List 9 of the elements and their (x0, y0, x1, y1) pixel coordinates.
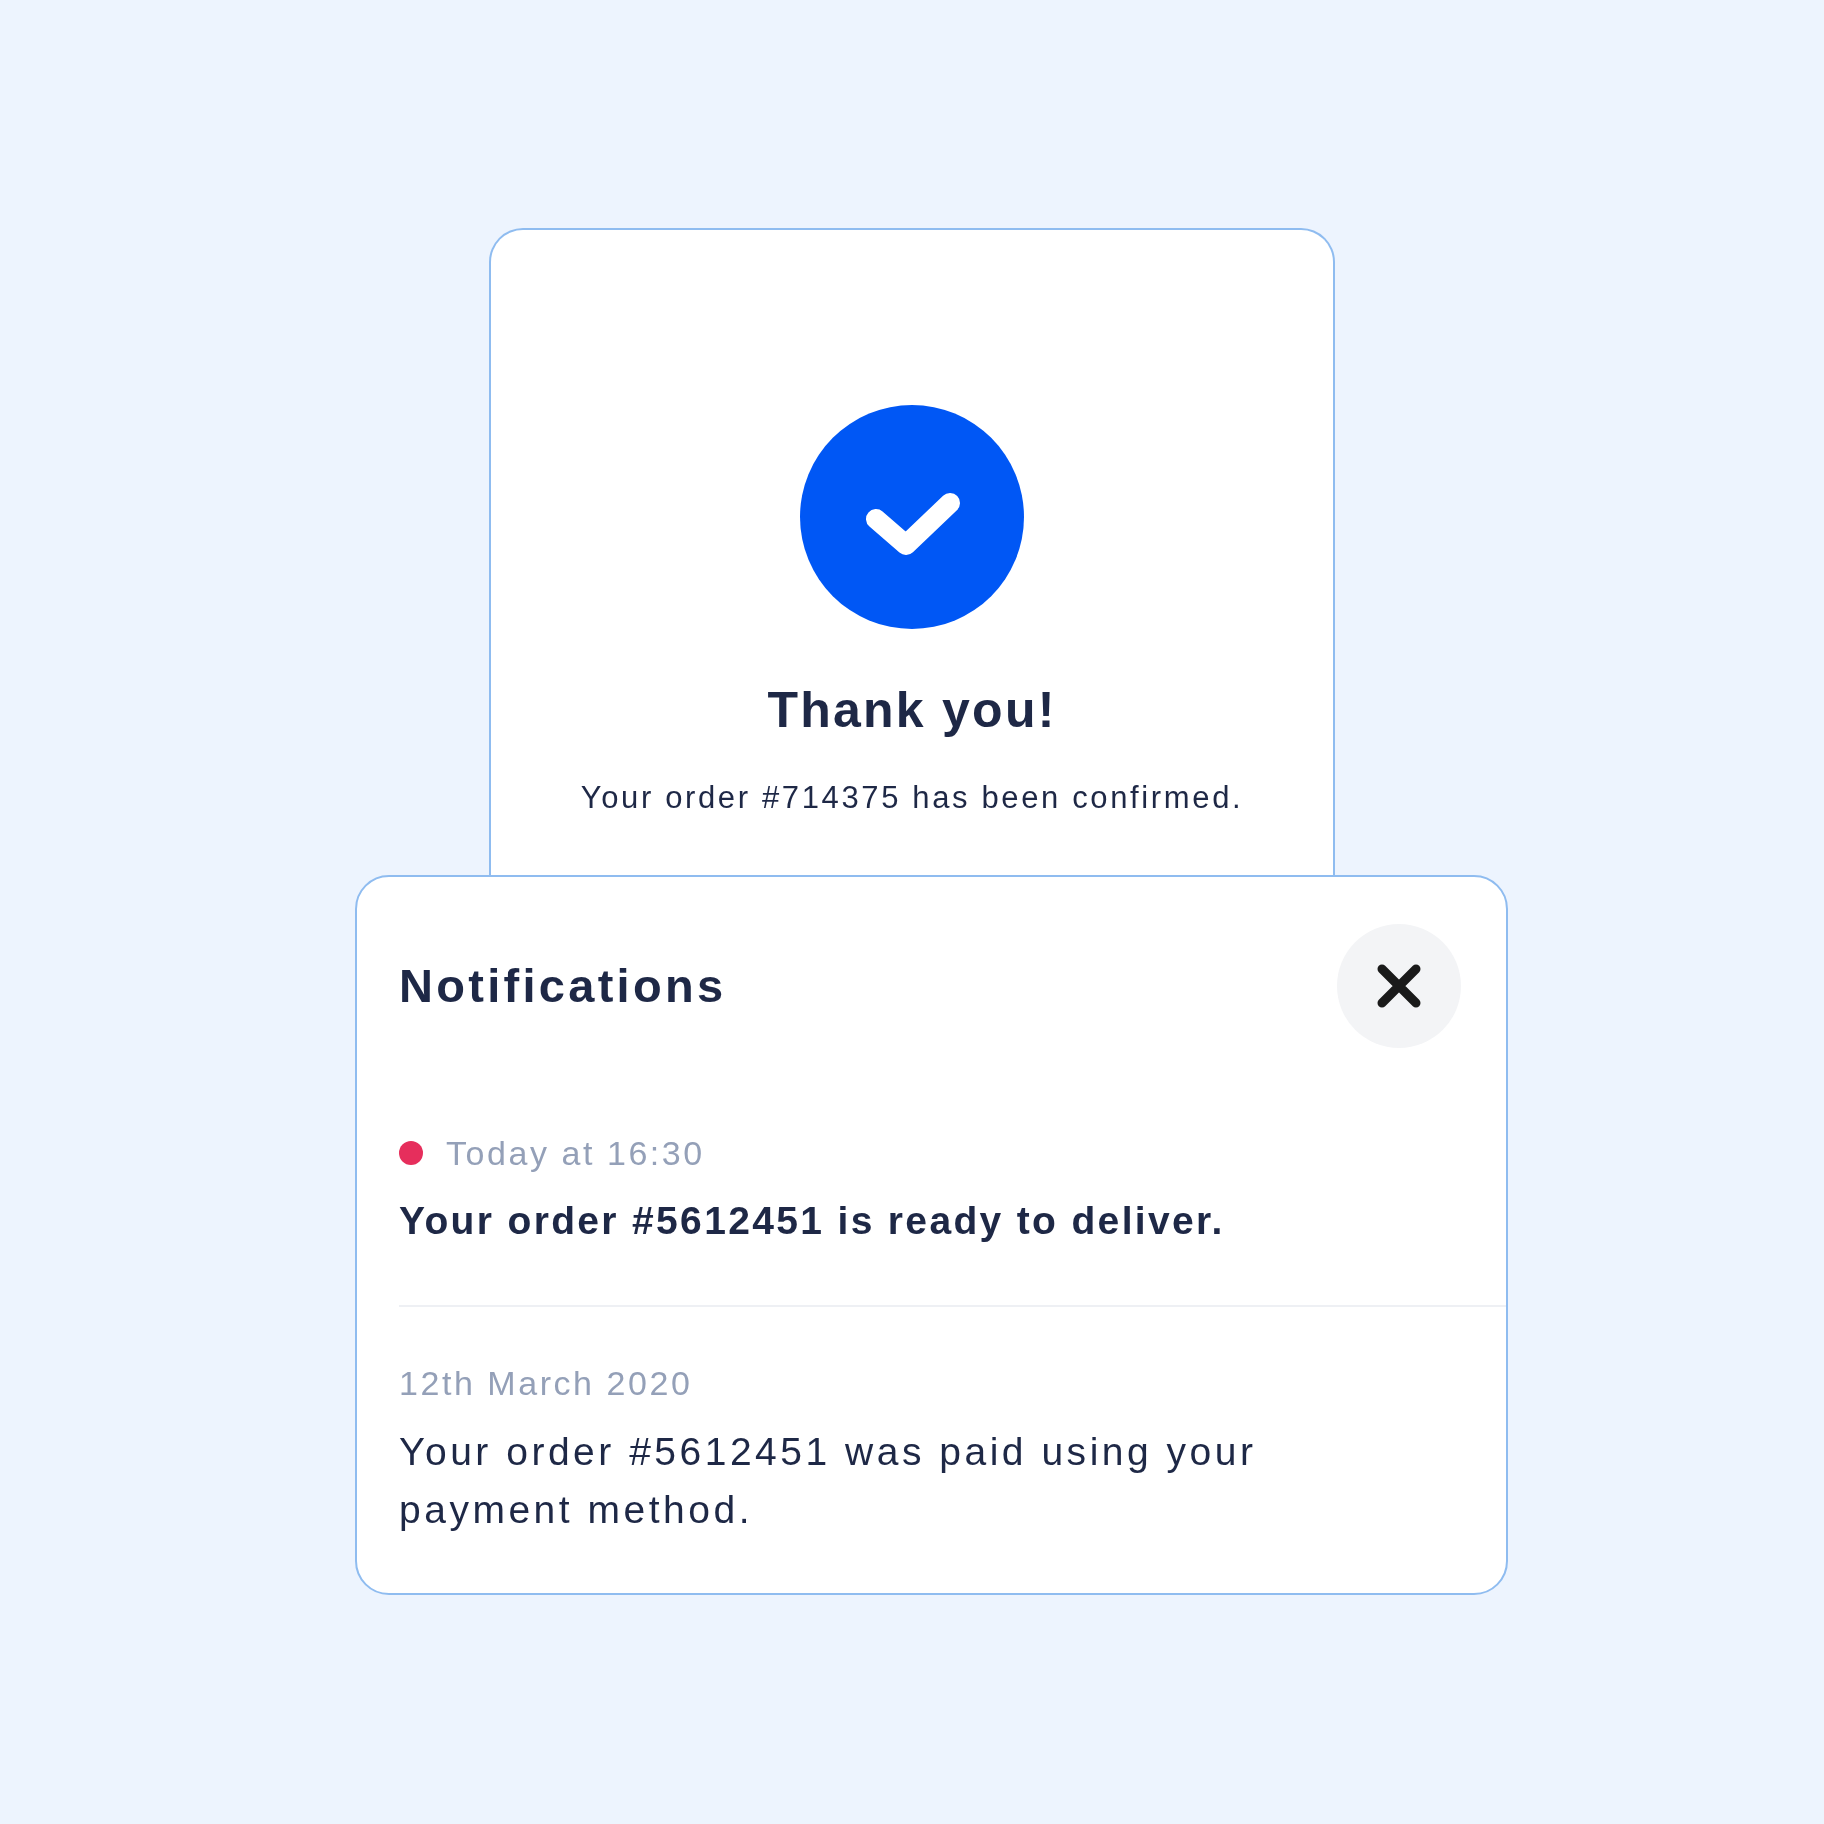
notifications-title: Notifications (399, 958, 727, 1014)
confirmation-title: Thank you! (767, 681, 1057, 740)
notification-message: Your order #5612451 was paid using your payment method. (399, 1429, 1258, 1533)
notification-message: Your order #5612451 is ready to deliver. (399, 1198, 1226, 1244)
confirmation-message: Your order #714375 has been confirmed. (580, 780, 1244, 816)
close-icon (1376, 963, 1422, 1009)
notification-time: 12th March 2020 (399, 1363, 693, 1403)
notification-time: Today at 16:30 (446, 1133, 705, 1173)
check-circle-icon (800, 405, 1024, 629)
